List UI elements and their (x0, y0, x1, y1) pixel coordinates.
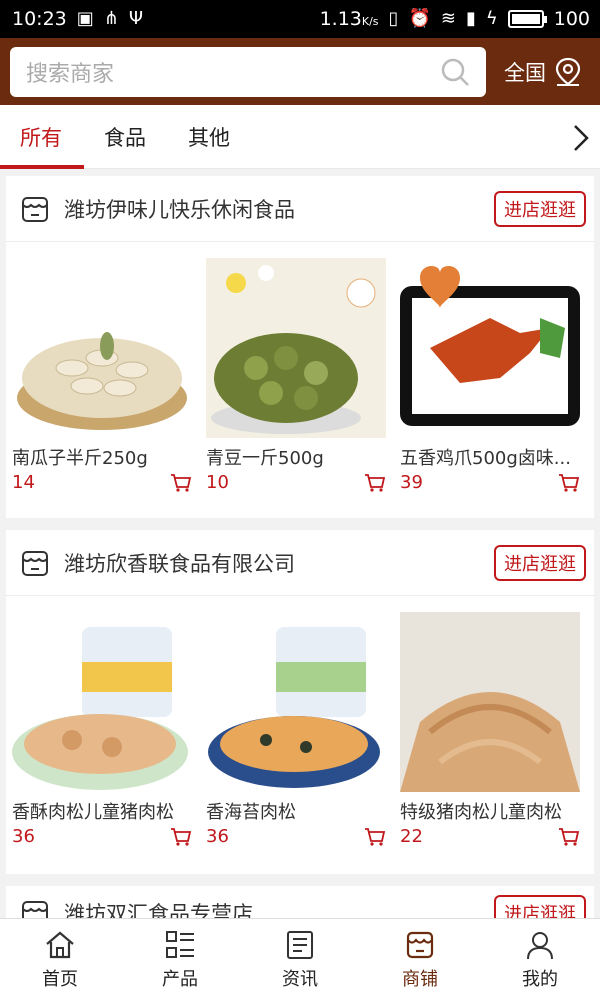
cart-icon[interactable] (364, 473, 386, 493)
pumpkin-seeds-image[interactable] (12, 258, 192, 438)
tab-other[interactable]: 其他 (188, 105, 230, 169)
product-list: 南瓜子半斤250g 14 青豆一斤500g 10 五香鸡爪500g卤味... 3… (6, 242, 594, 493)
charging-icon: ϟ (485, 8, 498, 29)
nav-label: 我的 (522, 969, 558, 990)
wifi-icon: ≋ (440, 8, 456, 29)
product-list: 香酥肉松儿童猪肉松 36 香海苔肉松 36 特级猪肉松儿童肉松 22 (6, 596, 594, 847)
product-price: 10 (206, 472, 229, 493)
nav-home[interactable]: 首页 (0, 919, 120, 1000)
store-icon (22, 196, 48, 222)
cart-icon[interactable] (558, 827, 580, 847)
shop-card: 潍坊伊味儿快乐休闲食品 进店逛逛 南瓜子半斤250g 14 青豆一斤500g 1… (6, 176, 594, 518)
battery-icon (507, 10, 547, 28)
tab-all[interactable]: 所有 (0, 105, 84, 169)
nav-label: 商铺 (402, 969, 438, 990)
nav-news[interactable]: 资讯 (240, 919, 360, 1000)
alarm-icon: ⏰ (408, 8, 431, 29)
store-icon (22, 900, 48, 918)
shop-header: 潍坊欣香联食品有限公司 进店逛逛 (6, 530, 594, 596)
product-card[interactable]: 香海苔肉松 36 (206, 612, 386, 847)
shop-card: 潍坊欣香联食品有限公司 进店逛逛 香酥肉松儿童猪肉松 36 香海苔肉松 36 特… (6, 530, 594, 874)
product-name: 香海苔肉松 (206, 802, 296, 823)
shop-header: 潍坊双汇食品专营店 进店逛逛 (6, 886, 594, 918)
usb-icon: Ψ (128, 8, 144, 29)
shop-icon (406, 931, 434, 959)
tab-food[interactable]: 食品 (104, 105, 146, 169)
status-bar: 10:23 ▣ ⋔ Ψ 1.13K/s ▯ ⏰ ≋ ▮ ϟ 100 (0, 0, 600, 38)
premium-floss-image[interactable] (400, 612, 580, 792)
nav-label: 资讯 (282, 969, 318, 990)
news-icon (287, 931, 313, 959)
product-price: 14 (12, 472, 35, 493)
region-label: 全国 (504, 60, 546, 85)
chevron-right-icon[interactable] (572, 123, 590, 153)
chicken-feet-image[interactable] (400, 258, 580, 438)
shop-name: 潍坊伊味儿快乐休闲食品 (64, 197, 295, 222)
vibrate-icon: ▯ (388, 8, 399, 29)
shop-name: 潍坊双汇食品专营店 (64, 901, 253, 919)
store-icon (22, 550, 48, 576)
product-name: 五香鸡爪500g卤味... (400, 448, 571, 469)
enter-shop-button[interactable]: 进店逛逛 (494, 894, 586, 918)
product-card[interactable]: 香酥肉松儿童猪肉松 36 (12, 612, 192, 847)
nav-shops[interactable]: 商铺 (360, 919, 480, 1000)
product-card[interactable]: 青豆一斤500g 10 (206, 258, 386, 493)
seaweed-floss-image[interactable] (206, 612, 386, 792)
product-name: 南瓜子半斤250g (12, 448, 148, 469)
search-input[interactable]: 搜索商家 (10, 46, 486, 97)
product-price: 39 (400, 472, 423, 493)
battery-level: 100 (553, 8, 590, 30)
product-price: 22 (400, 826, 423, 847)
clock: 10:23 (12, 8, 67, 30)
image-icon: ▣ (76, 8, 94, 29)
network-speed: 1.13K/s (319, 8, 379, 30)
shop-name: 潍坊欣香联食品有限公司 (64, 551, 295, 576)
enter-shop-button[interactable]: 进店逛逛 (494, 190, 586, 227)
bottom-nav: 首页 产品 资讯 商铺 我的 (0, 918, 600, 1000)
user-icon (527, 932, 553, 960)
cart-icon[interactable] (170, 827, 192, 847)
product-name: 香酥肉松儿童猪肉松 (12, 802, 174, 823)
region-selector[interactable]: 全国 (504, 57, 582, 87)
product-price: 36 (206, 826, 229, 847)
home-icon (46, 931, 74, 959)
cart-icon[interactable] (364, 827, 386, 847)
nav-label: 产品 (162, 969, 198, 990)
product-name: 特级猪肉松儿童肉松 (400, 802, 562, 823)
enter-shop-button[interactable]: 进店逛逛 (494, 544, 586, 581)
pork-floss-image[interactable] (12, 612, 192, 792)
cart-icon[interactable] (170, 473, 192, 493)
shop-header: 潍坊伊味儿快乐休闲食品 进店逛逛 (6, 176, 594, 242)
header: 搜索商家 全国 (0, 38, 600, 105)
category-tabs: 所有 食品 其他 (0, 105, 600, 169)
nav-mine[interactable]: 我的 (480, 919, 600, 1000)
product-card[interactable]: 特级猪肉松儿童肉松 22 (400, 612, 580, 847)
signal-icon: ▮ (465, 8, 476, 29)
cart-icon[interactable] (558, 473, 580, 493)
product-name: 青豆一斤500g (206, 448, 324, 469)
list-icon (166, 931, 194, 958)
green-peas-image[interactable] (206, 258, 386, 438)
location-icon (555, 57, 581, 86)
share-icon: ⋔ (103, 8, 119, 29)
product-price: 36 (12, 826, 35, 847)
search-placeholder: 搜索商家 (26, 61, 115, 87)
nav-label: 首页 (42, 969, 78, 990)
product-card[interactable]: 五香鸡爪500g卤味... 39 (400, 258, 580, 493)
shop-card: 潍坊双汇食品专营店 进店逛逛 (6, 886, 594, 918)
search-icon[interactable] (440, 57, 470, 87)
product-card[interactable]: 南瓜子半斤250g 14 (12, 258, 192, 493)
nav-products[interactable]: 产品 (120, 919, 240, 1000)
